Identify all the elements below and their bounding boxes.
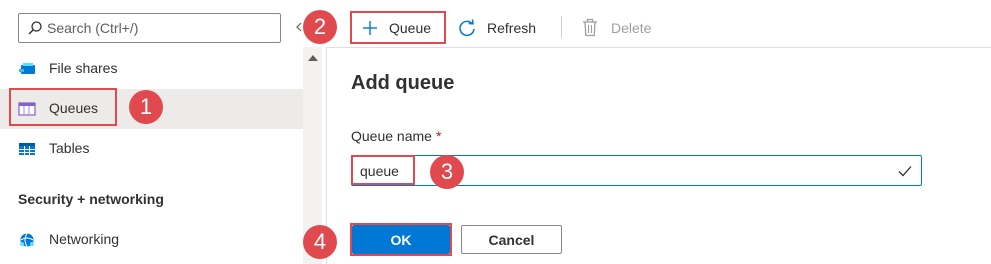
search-input[interactable] xyxy=(47,17,277,39)
queue-name-label: Queue name * xyxy=(351,128,441,144)
queue-name-label-text: Queue name xyxy=(351,128,432,144)
queues-icon xyxy=(18,102,36,116)
sidebar-item-networking[interactable]: Networking xyxy=(0,220,304,260)
step-badge-4: 4 xyxy=(303,225,337,259)
sidebar-item-label: Queues xyxy=(49,100,99,116)
add-queue-label: Queue xyxy=(389,20,432,36)
sidebar-item-label: Networking xyxy=(49,231,120,247)
checkmark-icon xyxy=(898,166,912,177)
scroll-up-arrow-icon[interactable] xyxy=(308,55,318,61)
networking-icon xyxy=(20,233,34,247)
refresh-button[interactable]: Refresh xyxy=(455,12,550,44)
sidebar-item-label: File shares xyxy=(49,60,118,76)
cancel-button[interactable]: Cancel xyxy=(461,225,562,254)
step-badge-3: 3 xyxy=(430,155,464,189)
panel-title: Add queue xyxy=(351,72,455,94)
refresh-label: Refresh xyxy=(487,20,537,36)
section-title: Security + networking xyxy=(18,191,164,207)
ok-button[interactable]: OK xyxy=(352,225,450,254)
file-shares-icon xyxy=(19,63,35,74)
delete-button[interactable]: Delete xyxy=(580,12,670,44)
refresh-icon xyxy=(459,19,475,37)
search-icon xyxy=(28,21,42,35)
search-box[interactable] xyxy=(18,13,281,43)
toolbar-divider xyxy=(561,16,562,38)
tables-icon xyxy=(19,143,35,155)
sidebar-item-label: Tables xyxy=(49,140,90,156)
add-queue-button[interactable]: Queue xyxy=(352,12,446,44)
delete-icon xyxy=(583,18,597,37)
sidebar-item-tables[interactable]: Tables xyxy=(0,129,304,169)
plus-icon xyxy=(363,21,377,35)
sidebar-item-file-shares[interactable]: File shares xyxy=(0,49,304,89)
delete-label: Delete xyxy=(611,20,652,36)
step-badge-2: 2 xyxy=(303,10,337,44)
required-marker: * xyxy=(435,128,442,144)
sidebar: File shares Queues Tables Security + net… xyxy=(0,0,304,264)
step-badge-1: 1 xyxy=(129,90,163,124)
